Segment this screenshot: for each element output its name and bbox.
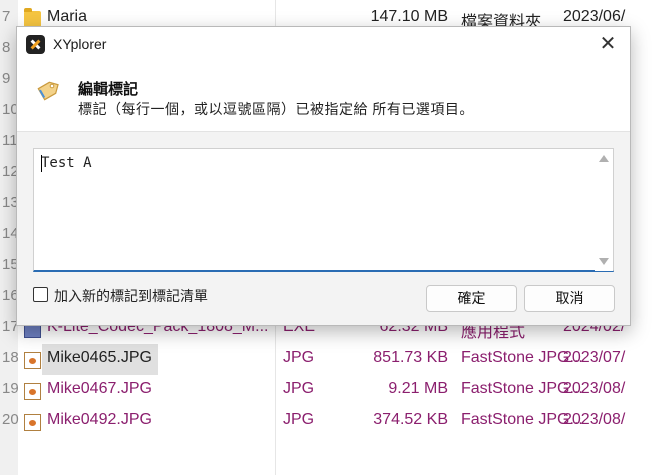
file-row-line-number: 15	[2, 256, 19, 273]
dialog-title: XYplorer	[53, 36, 107, 52]
add-to-tag-list-checkbox[interactable]	[33, 287, 48, 302]
file-row-size: 851.73 KB	[373, 349, 448, 366]
file-row-line-number: 19	[2, 380, 19, 397]
scroll-up-arrow-icon[interactable]	[599, 155, 609, 162]
jpg-icon	[24, 414, 41, 431]
file-row-date: 2023/07/	[563, 349, 626, 366]
file-row-size: 374.52 KB	[373, 411, 448, 428]
file-row-line-number: 8	[2, 39, 11, 56]
jpg-icon	[24, 383, 41, 400]
file-row-size: 147.10 MB	[370, 8, 448, 25]
tags-textarea-value: Test A	[41, 155, 92, 171]
file-row-line-number: 20	[2, 411, 19, 428]
file-row-type: JPG	[283, 380, 315, 397]
file-row-name: Mike0465.JPG	[47, 349, 152, 366]
tags-textarea[interactable]: Test A	[33, 148, 614, 272]
file-row-name: Maria	[47, 8, 88, 25]
file-row-line-number: 10	[2, 101, 19, 118]
close-button[interactable]: ✕	[594, 31, 622, 57]
xyplorer-app-icon	[26, 35, 45, 54]
file-row-line-number: 13	[2, 194, 19, 211]
file-row-line-number: 12	[2, 163, 19, 180]
file-row-line-number: 11	[2, 132, 18, 149]
textarea-scrollbar[interactable]	[595, 149, 613, 271]
file-row-line-number: 17	[2, 318, 19, 335]
ok-button[interactable]: 確定	[426, 285, 517, 312]
file-row-line-number: 7	[2, 8, 11, 25]
dialog-description: 標記（每行一個，或以逗號區隔）已被指定給 所有已選項目。	[78, 101, 474, 117]
file-row-line-number: 14	[2, 225, 19, 242]
file-row-type: JPG	[283, 349, 315, 366]
cancel-button[interactable]: 取消	[524, 285, 615, 312]
text-caret	[41, 155, 42, 172]
file-row-line-number: 16	[2, 287, 19, 304]
dialog-titlebar: XYplorer ✕	[17, 27, 630, 61]
file-row-size: 9.21 MB	[388, 380, 448, 397]
file-row[interactable]: 20 Mike0492.JPG JPG 374.52 KB FastStone JPG.…	[0, 406, 653, 437]
file-row-type: JPG	[283, 411, 315, 428]
add-to-tag-list-label[interactable]: 加入新的標記到標記清單	[54, 286, 208, 306]
dialog-heading: 編輯標記	[78, 81, 139, 98]
tag-icon	[37, 81, 59, 101]
file-row-name: Mike0467.JPG	[47, 380, 152, 397]
dialog-header: 編輯標記 標記（每行一個，或以逗號區隔）已被指定給 所有已選項目。	[17, 61, 630, 131]
dialog-body: Test A 加入新的標記到標記清單 確定 取消	[17, 131, 630, 325]
file-row[interactable]: 19 Mike0467.JPG JPG 9.21 MB FastStone JPG...…	[0, 375, 653, 406]
file-row-date: 2023/08/	[563, 411, 626, 428]
file-row-date: 2023/06/	[563, 8, 626, 25]
file-row-line-number: 18	[2, 349, 19, 366]
file-row-date: 2023/08/	[563, 380, 626, 397]
edit-tags-dialog: XYplorer ✕ 編輯標記 標記（每行一個，或以逗號區隔）已被指定給 所有已…	[16, 26, 631, 326]
file-row[interactable]: 18 Mike0465.JPG JPG 851.73 KB FastStone JPG.…	[0, 344, 653, 375]
file-row-name: Mike0492.JPG	[47, 411, 152, 428]
jpg-icon	[24, 352, 41, 369]
file-row-line-number: 9	[2, 70, 11, 87]
scroll-down-arrow-icon[interactable]	[599, 258, 609, 265]
